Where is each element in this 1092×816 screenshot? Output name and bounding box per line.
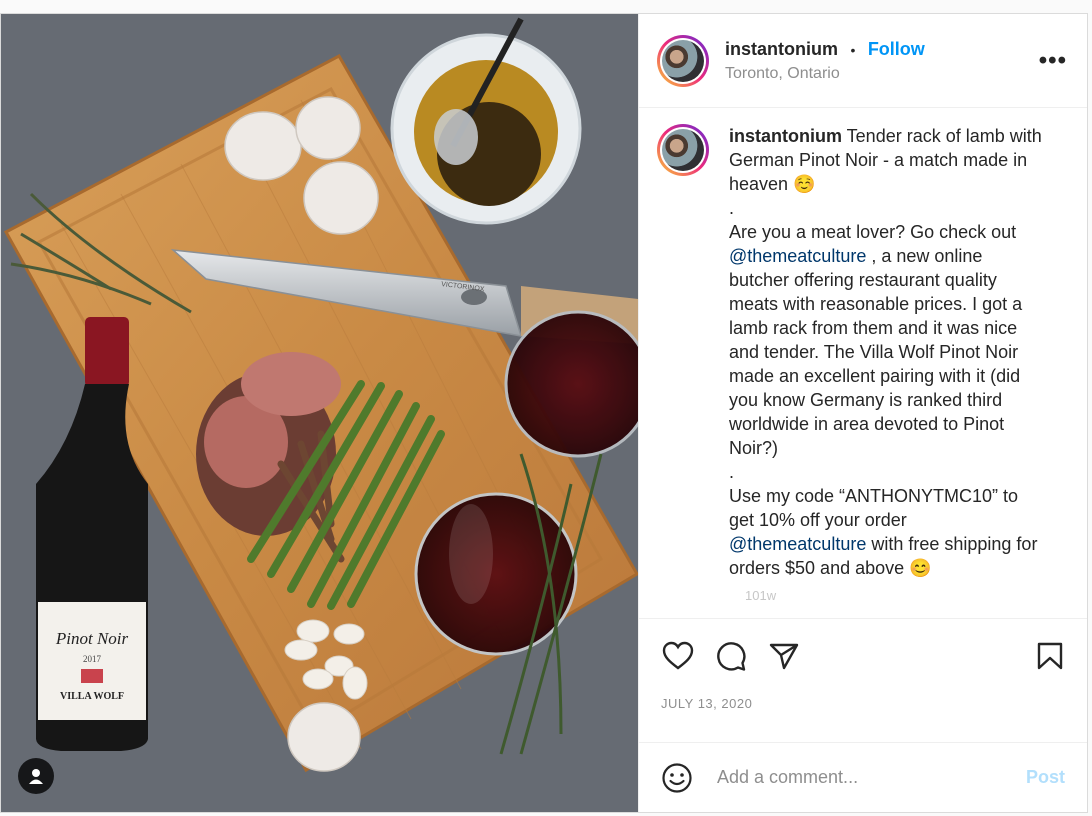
more-options-icon[interactable]: ••• [1035,47,1071,75]
location-link[interactable]: Toronto, Ontario [725,65,1035,83]
post-comment-button[interactable]: Post [1026,767,1065,788]
post-date[interactable]: JULY 13, 2020 [639,692,1087,742]
share-button[interactable] [767,639,801,673]
mention-link-2[interactable]: @themeatculture [729,534,866,554]
action-bar [639,618,1087,692]
caption-para2-a: Use my code “ANTHONYTMC10” to get 10% of… [729,486,1024,530]
comments-section[interactable]: instantonium Tender rack of lamb with Ge… [639,108,1087,618]
smiley-icon[interactable] [661,762,693,794]
wine-label-text: Pinot Noir [55,629,129,648]
avatar-image [662,129,704,171]
comment-box: Post [639,742,1087,812]
post-container: Pinot Noir 2017 VILLA WOLF VICTORINOX in… [0,13,1088,813]
comment-button[interactable] [714,639,748,673]
caption-timestamp: 101w [745,588,777,600]
avatar[interactable] [657,34,709,87]
caption-dot-1: . [729,198,735,218]
post-sidebar: instantonium • Follow Toronto, Ontario •… [638,14,1087,812]
caption-para1-b: , a new online butcher offering restaura… [729,246,1028,458]
paper-plane-icon [769,643,799,669]
mention-link-1[interactable]: @themeatculture [729,246,866,266]
follow-button[interactable]: Follow [868,39,925,59]
caption: instantonium Tender rack of lamb with Ge… [657,124,1069,580]
tagged-users-button[interactable] [18,758,54,794]
caption-avatar[interactable] [657,124,709,176]
like-button[interactable] [661,639,695,673]
caption-para1-a: Are you a meat lover? Go check out [729,222,1022,242]
user-icon [29,769,43,784]
comment-input[interactable] [715,766,1026,789]
avatar-image [662,39,704,82]
food-photo: Pinot Noir 2017 VILLA WOLF VICTORINOX [1,14,638,812]
caption-dot-2: . [729,462,735,482]
winery-text: VILLA WOLF [60,691,124,702]
save-button[interactable] [1033,639,1067,673]
post-header: instantonium • Follow Toronto, Ontario •… [639,14,1087,108]
heart-icon [662,641,694,670]
caption-text: instantonium Tender rack of lamb with Ge… [729,124,1047,580]
header-username[interactable]: instantonium [725,39,838,59]
comment-bubble-icon [717,641,746,671]
separator-dot: • [850,41,856,58]
bookmark-icon [1037,642,1063,669]
wine-year-text: 2017 [83,654,102,664]
post-image[interactable]: Pinot Noir 2017 VILLA WOLF VICTORINOX [1,14,638,812]
caption-username[interactable]: instantonium [729,126,842,146]
